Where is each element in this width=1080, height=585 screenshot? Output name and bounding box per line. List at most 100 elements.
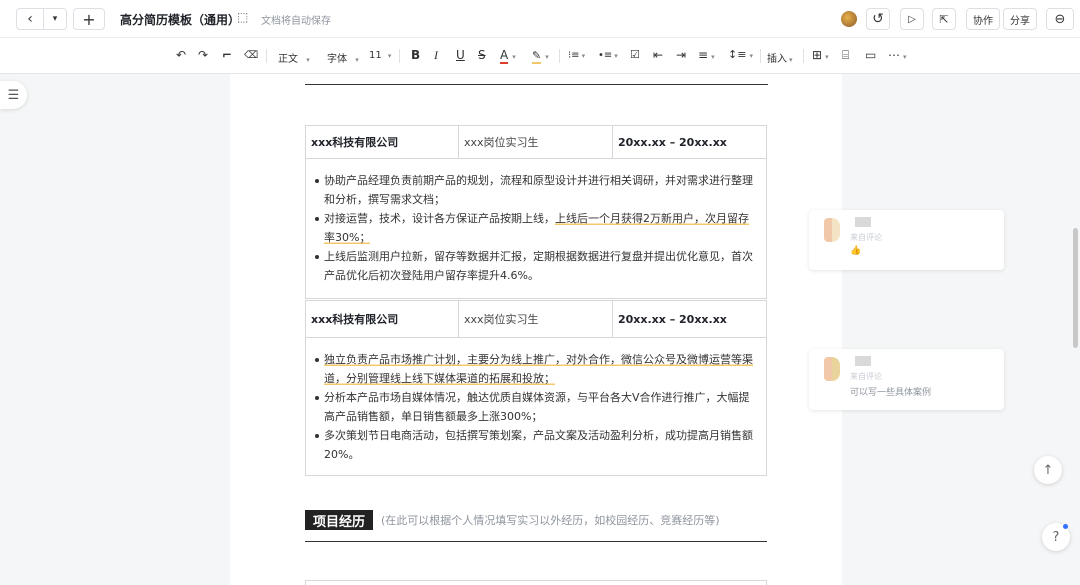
list-item[interactable]: 多次策划节日电商活动，包括撰写策划案，产品文案及活动盈利分析，成功提高月销售额2…	[310, 426, 758, 464]
table-icon: ⊞	[812, 48, 823, 62]
bullet-text: 分析本产品市场自媒体情况，触达优质自媒体资源，与平台各大V合作进行推广，大幅提高…	[324, 391, 750, 423]
job-entry: xxx科技有限公司 xxx岗位实习生 20xx.xx – 20xx.xx 独立负…	[305, 300, 767, 476]
document-title[interactable]: 高分简历模板（通用）	[120, 11, 240, 28]
history-dropdown-button[interactable]: ▾	[43, 8, 67, 30]
ordered-list-button[interactable]: ⁝≡ ▾	[568, 50, 585, 61]
line-height-button[interactable]: ↕≡ ▾	[728, 48, 753, 61]
table-border-partial	[305, 580, 767, 585]
font-color-icon: A	[500, 48, 509, 64]
list-item[interactable]: 上线后监测用户拉新，留存等数据并汇报，定期根据数据进行复盘并提出优化意见，首次产…	[310, 247, 758, 285]
job-header-row: xxx科技有限公司 xxx岗位实习生 20xx.xx – 20xx.xx	[306, 301, 766, 338]
present-button[interactable]: ▷	[900, 8, 924, 30]
more-icon: ⊖	[1054, 11, 1066, 27]
comment-card[interactable]: 来自评论 👍	[809, 210, 1004, 270]
table-button[interactable]: ⊞ ▾	[812, 48, 829, 62]
share-screen-icon: ⇱	[939, 12, 949, 26]
chevron-down-icon: ▾	[749, 52, 753, 60]
share-button[interactable]: 分享	[1003, 8, 1037, 30]
comment-meta: 来自评论	[850, 372, 882, 381]
insert-menu[interactable]: 插入 ▾	[767, 50, 793, 65]
bookmark-icon[interactable]: ⬚	[237, 10, 248, 24]
bullet-list-button[interactable]: •≡ ▾	[598, 50, 618, 61]
indent-decrease-icon[interactable]: ⇤	[653, 48, 663, 62]
scrollbar[interactable]	[1073, 228, 1078, 348]
highlight-icon: ✎	[532, 49, 542, 64]
format-toolbar: ↶ ↷ ⌐ ⌫ 正文 ▾ 字体 ▾ 11 ▾ B I U S A ▾ ✎ ▾ ⁝≡ ▾…	[0, 38, 1080, 74]
share-label: 分享	[1010, 15, 1030, 27]
format-painter-icon[interactable]: ⌐	[222, 48, 232, 62]
chevron-down-icon: ▾	[711, 53, 715, 61]
share-screen-button[interactable]: ⇱	[932, 8, 956, 30]
back-to-top-button[interactable]: ↑	[1034, 456, 1062, 484]
period-cell[interactable]: 20xx.xx – 20xx.xx	[613, 301, 766, 337]
task-list-icon[interactable]: ☑	[630, 48, 640, 61]
section-divider	[305, 84, 768, 85]
collaborate-button[interactable]: 协作	[966, 8, 1000, 30]
section-note[interactable]: (在此可以根据个人情况填写实习以外经历，如校园经历、竞赛经历等)	[381, 512, 720, 528]
more-tools-icon: ⋯	[888, 48, 900, 62]
history-button[interactable]: ↺	[866, 8, 890, 30]
list-item[interactable]: 协助产品经理负责前期产品的规划，流程和原型设计并进行相关调研，并对需求进行整理和…	[310, 171, 758, 209]
list-item[interactable]: 分析本产品市场自媒体情况，触达优质自媒体资源，与平台各大V合作进行推广，大幅提高…	[310, 388, 758, 426]
chevron-down-icon: ▾	[614, 52, 618, 60]
position-cell[interactable]: xxx岗位实习生	[459, 301, 613, 337]
toolbar-divider	[559, 49, 560, 63]
bold-button[interactable]: B	[411, 48, 420, 62]
toolbar-divider	[803, 49, 804, 63]
outline-toggle-button[interactable]: ☰	[0, 81, 27, 109]
undo-icon[interactable]: ↶	[176, 48, 186, 62]
bullet-list-icon: •≡	[598, 50, 613, 61]
plus-icon: +	[82, 9, 96, 29]
strikethrough-button[interactable]: S	[478, 48, 486, 62]
user-avatar[interactable]	[841, 11, 857, 27]
top-bar: ‹ ▾ + 高分简历模板（通用） ⬚ 文档将自动保存 ↺ ▷ ⇱ 协作 分享 ⊖	[0, 0, 1080, 38]
image-icon[interactable]: ⌸	[842, 48, 849, 63]
notification-dot	[1063, 524, 1068, 529]
more-tools-button[interactable]: ⋯ ▾	[888, 48, 907, 62]
job-header-row: xxx科技有限公司 xxx岗位实习生 20xx.xx – 20xx.xx	[306, 126, 766, 159]
comment-meta: 来自评论	[850, 233, 882, 242]
period-cell[interactable]: 20xx.xx – 20xx.xx	[613, 126, 766, 158]
help-icon: ?	[1052, 529, 1060, 545]
bullet-text: 多次策划节日电商活动，包括撰写策划案，产品文案及活动盈利分析，成功提高月销售额2…	[324, 429, 753, 461]
redo-icon[interactable]: ↷	[198, 48, 208, 62]
history-icon: ↺	[872, 11, 884, 27]
ordered-list-icon: ⁝≡	[568, 50, 580, 61]
font-size-label: 11	[369, 50, 382, 61]
job-bullet-list: 独立负责产品市场推广计划，主要分为线上推广，对外合作，微信公众号及微博运营等渠道…	[306, 338, 766, 472]
section-heading: 项目经历 (在此可以根据个人情况填写实习以外经历，如校园经历、竞赛经历等)	[305, 510, 720, 530]
clear-format-icon[interactable]: ⌫	[244, 50, 258, 61]
back-icon: ‹	[27, 11, 33, 27]
chevron-down-icon: ▾	[512, 53, 516, 61]
comment-card[interactable]: 来自评论 可以写一些具体案例	[809, 349, 1004, 410]
company-cell[interactable]: xxx科技有限公司	[306, 301, 459, 337]
italic-button[interactable]: I	[434, 48, 438, 63]
new-tab-button[interactable]: +	[73, 8, 105, 30]
line-height-icon: ↕≡	[728, 48, 747, 61]
outline-icon: ☰	[7, 87, 20, 103]
paragraph-style-select[interactable]: 正文 ▾	[278, 50, 310, 65]
chevron-down-icon: ▾	[387, 52, 392, 60]
font-family-select[interactable]: 字体 ▾	[327, 50, 359, 65]
bullet-text: 协助产品经理负责前期产品的规划，流程和原型设计并进行相关调研，并对需求进行整理和…	[324, 174, 753, 206]
underline-button[interactable]: U	[456, 48, 465, 62]
list-item[interactable]: 对接运营，技术，设计各方保证产品按期上线，上线后一个月获得2万新用户，次月留存率…	[310, 209, 758, 247]
document-page[interactable]: xxx科技有限公司 xxx岗位实习生 20xx.xx – 20xx.xx 协助产…	[230, 74, 842, 585]
font-size-select[interactable]: 11 ▾	[369, 50, 391, 61]
more-menu-button[interactable]: ⊖	[1046, 8, 1074, 30]
bullet-text: 对接运营，技术，设计各方保证产品按期上线，	[324, 212, 555, 225]
highlight-button[interactable]: ✎ ▾	[532, 48, 549, 64]
font-color-button[interactable]: A ▾	[500, 48, 516, 64]
position-cell[interactable]: xxx岗位实习生	[459, 126, 613, 158]
comment-author-redacted	[855, 217, 871, 227]
list-item[interactable]: 独立负责产品市场推广计划，主要分为线上推广，对外合作，微信公众号及微博运营等渠道…	[310, 350, 758, 388]
indent-increase-icon[interactable]: ⇥	[676, 48, 686, 62]
insert-label: 插入	[767, 54, 787, 65]
back-button[interactable]: ‹	[16, 8, 44, 30]
comment-icon[interactable]: ▭	[865, 48, 876, 62]
commented-text[interactable]: 独立负责产品市场推广计划，主要分为线上推广，对外合作，微信公众号及微博运营等渠道…	[324, 353, 753, 385]
section-title[interactable]: 项目经历	[305, 510, 374, 530]
align-button[interactable]: ≡ ▾	[698, 48, 715, 62]
comment-text: 可以写一些具体案例	[850, 388, 932, 398]
company-cell[interactable]: xxx科技有限公司	[306, 126, 459, 158]
